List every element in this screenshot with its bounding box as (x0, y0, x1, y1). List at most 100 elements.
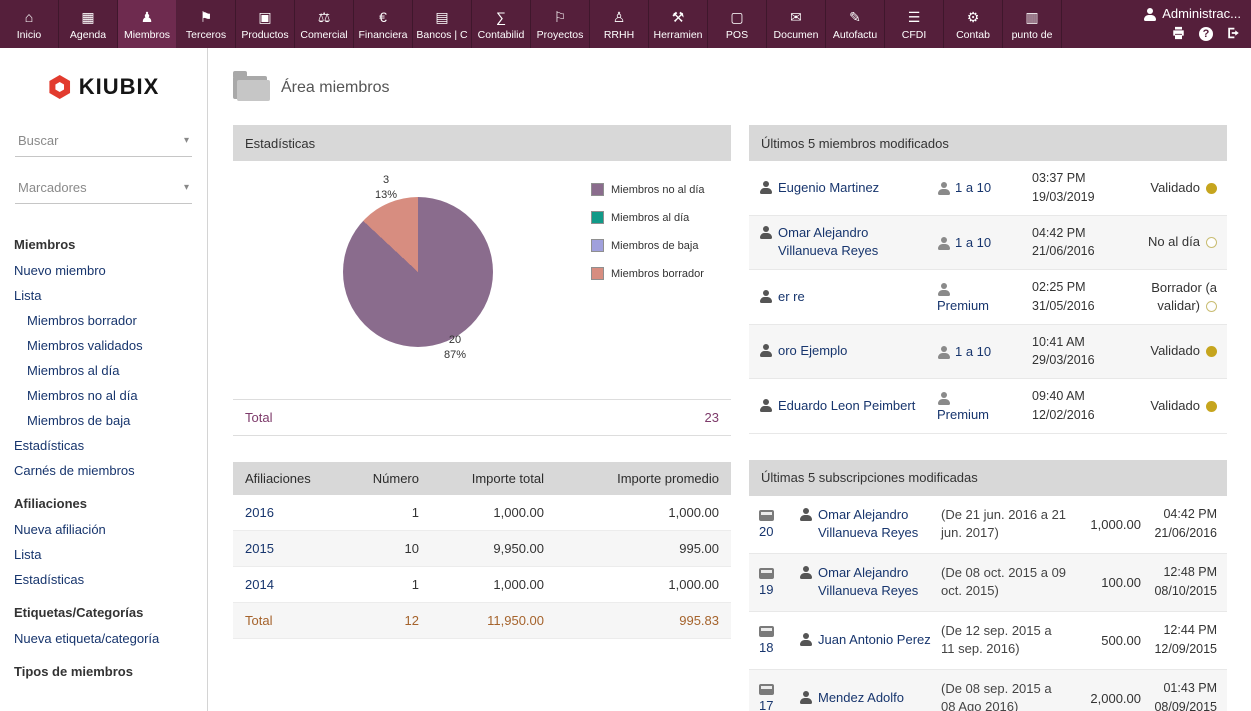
nav-tab-contab[interactable]: ⚙Contab (944, 0, 1003, 48)
afiliacion-year-link[interactable]: 2015 (245, 541, 274, 556)
sidebar-item-miembros-al-dia[interactable]: Miembros al día (0, 358, 207, 383)
member-icon (799, 508, 812, 521)
member-name-link[interactable]: er re (778, 288, 805, 306)
member-status: Validado (1124, 342, 1217, 360)
member-icon (759, 226, 772, 239)
printer-icon[interactable] (1171, 26, 1186, 43)
member-type-icon (937, 392, 950, 405)
nav-tab-financiera[interactable]: €Financiera (354, 0, 413, 48)
member-type-link[interactable]: Premium (937, 298, 989, 313)
tools-icon: ⚒ (672, 10, 685, 26)
nav-tab-pos[interactable]: ▢POS (708, 0, 767, 48)
afiliacion-year-link[interactable]: 2016 (245, 505, 274, 520)
topbar: ⌂Inicio ▦Agenda ♟Miembros ⚑Terceros ▣Pro… (0, 0, 1251, 48)
nav-tab-label: POS (726, 29, 748, 41)
nav-tab-bancos[interactable]: ▤Bancos | C (413, 0, 472, 48)
afiliacion-year-link[interactable]: 2014 (245, 577, 274, 592)
status-dot (1206, 237, 1217, 248)
nav-tab-label: Documen (774, 29, 819, 41)
logout-icon[interactable] (1226, 26, 1241, 43)
subscription-modified-datetime: 01:43 PM08/09/2015 (1141, 679, 1217, 711)
sidebar-item-miembros-borrador[interactable]: Miembros borrador (0, 308, 207, 333)
member-type-link[interactable]: 1 a 10 (955, 235, 991, 250)
member-modified-datetime: 10:41 AM29/03/2016 (1032, 333, 1124, 371)
status-dot (1206, 401, 1217, 412)
sidebar-item-lista-miembros[interactable]: Lista (0, 283, 207, 308)
sidebar-item-estadisticas-afiliaciones[interactable]: Estadísticas (0, 567, 207, 592)
subscription-id-link[interactable]: 18 (759, 640, 773, 655)
sidebar-item-miembros-de-baja[interactable]: Miembros de baja (0, 408, 207, 433)
nav-tab-comercial[interactable]: ⚖Comercial (295, 0, 354, 48)
stats-total-value: 23 (705, 410, 719, 425)
nav-tab-label: CFDI (902, 29, 927, 41)
nav-tab-herramientas[interactable]: ⚒Herramien (649, 0, 708, 48)
member-status: Validado (1124, 179, 1217, 197)
nav-tab-punto-de-venta[interactable]: ▥punto de (1003, 0, 1062, 48)
member-type-link[interactable]: 1 a 10 (955, 180, 991, 195)
afiliacion-total: 9,950.00 (431, 531, 556, 566)
sidebar-item-nueva-afiliacion[interactable]: Nueva afiliación (0, 517, 207, 542)
nav-tab-autofactura[interactable]: ✎Autofactu (826, 0, 885, 48)
subscription-id-link[interactable]: 17 (759, 698, 773, 711)
sidebar-item-miembros-validados[interactable]: Miembros validados (0, 333, 207, 358)
subscription-member-link[interactable]: Mendez Adolfo (818, 689, 904, 707)
sidebar-item-carnes-de-miembros[interactable]: Carnés de miembros (0, 458, 207, 483)
search-dropdown[interactable]: Buscar ▾ (15, 130, 192, 157)
member-type-link[interactable]: 1 a 10 (955, 344, 991, 359)
nav-tab-label: RRHH (604, 29, 634, 41)
member-name-link[interactable]: Eduardo Leon Peimbert (778, 397, 915, 415)
cfdi-icon: ☰ (908, 10, 921, 26)
subscription-member-link[interactable]: Juan Antonio Perez (818, 631, 931, 649)
member-name-link[interactable]: Omar Alejandro Villanueva Reyes (778, 224, 929, 260)
sidebar-item-nueva-etiqueta[interactable]: Nueva etiqueta/categoría (0, 626, 207, 651)
nav-tab-productos[interactable]: ▣Productos (236, 0, 295, 48)
sidebar-item-lista-afiliaciones[interactable]: Lista (0, 542, 207, 567)
nav-tab-proyectos[interactable]: ⚐Proyectos (531, 0, 590, 48)
stats-total-label: Total (245, 410, 272, 425)
nav-tab-documentos[interactable]: ✉Documen (767, 0, 826, 48)
legend-item: Miembros de baja (591, 239, 705, 252)
nav-tab-miembros[interactable]: ♟Miembros (118, 0, 177, 48)
nav-tab-inicio[interactable]: ⌂Inicio (0, 0, 59, 48)
member-type-link[interactable]: Premium (937, 407, 989, 422)
nav-tab-label: Inicio (17, 29, 42, 41)
subscription-member-link[interactable]: Omar Alejandro Villanueva Reyes (818, 506, 933, 542)
member-type-icon (937, 346, 950, 359)
legend-item: Miembros no al día (591, 183, 705, 196)
page-title: Área miembros (281, 79, 389, 97)
help-icon[interactable]: ? (1199, 27, 1213, 41)
subscription-date-range: (De 21 jun. 2016 a 21 jun. 2017) (941, 506, 1073, 542)
afiliacion-avg: 995.00 (556, 531, 731, 566)
nav-tab-contabilidad[interactable]: ∑Contabilid (472, 0, 531, 48)
nav-tab-terceros[interactable]: ⚑Terceros (177, 0, 236, 48)
finance-icon: € (379, 10, 387, 26)
pie-slice-label-main: 20 87% (433, 333, 477, 363)
sidebar-item-miembros-no-al-dia[interactable]: Miembros no al día (0, 383, 207, 408)
member-type-icon (937, 182, 950, 195)
menu-section-tipos-de-miembros: Tipos de miembros (0, 651, 207, 685)
left-column: Estadísticas 3 13% 20 87% Miembros no al… (233, 125, 731, 639)
afiliacion-num: 10 (353, 531, 431, 566)
subscription-id-link[interactable]: 20 (759, 524, 773, 539)
subscription-member-link[interactable]: Omar Alejandro Villanueva Reyes (818, 564, 933, 600)
nav-tab-rrhh[interactable]: ♙RRHH (590, 0, 649, 48)
members-icon: ♟ (141, 10, 154, 26)
nav-tab-agenda[interactable]: ▦Agenda (59, 0, 118, 48)
sidebar-item-estadisticas-miembros[interactable]: Estadísticas (0, 433, 207, 458)
legend-swatch-purple (591, 183, 604, 196)
member-name-link[interactable]: oro Ejemplo (778, 342, 847, 360)
bookmarks-dropdown[interactable]: Marcadores ▾ (15, 177, 192, 204)
subscription-row: 17 Mendez Adolfo (De 08 sep. 2015 a 08 A… (749, 670, 1227, 711)
sidebar-item-nuevo-miembro[interactable]: Nuevo miembro (0, 258, 207, 283)
user-area: Administrac... ? (1059, 0, 1251, 48)
afiliacion-avg: 1,000.00 (556, 495, 731, 530)
afiliaciones-total-amount: 11,950.00 (431, 603, 556, 638)
afiliaciones-total-num: 12 (353, 603, 431, 638)
afiliaciones-total-row: Total 12 11,950.00 995.83 (233, 603, 731, 639)
user-menu[interactable]: Administrac... (1143, 6, 1241, 21)
nav-tab-label: Proyectos (537, 29, 584, 41)
member-name-link[interactable]: Eugenio Martinez (778, 179, 879, 197)
nav-tab-cfdi[interactable]: ☰ CFDI (885, 0, 944, 48)
user-icon (1143, 8, 1156, 21)
subscription-id-link[interactable]: 19 (759, 582, 773, 597)
